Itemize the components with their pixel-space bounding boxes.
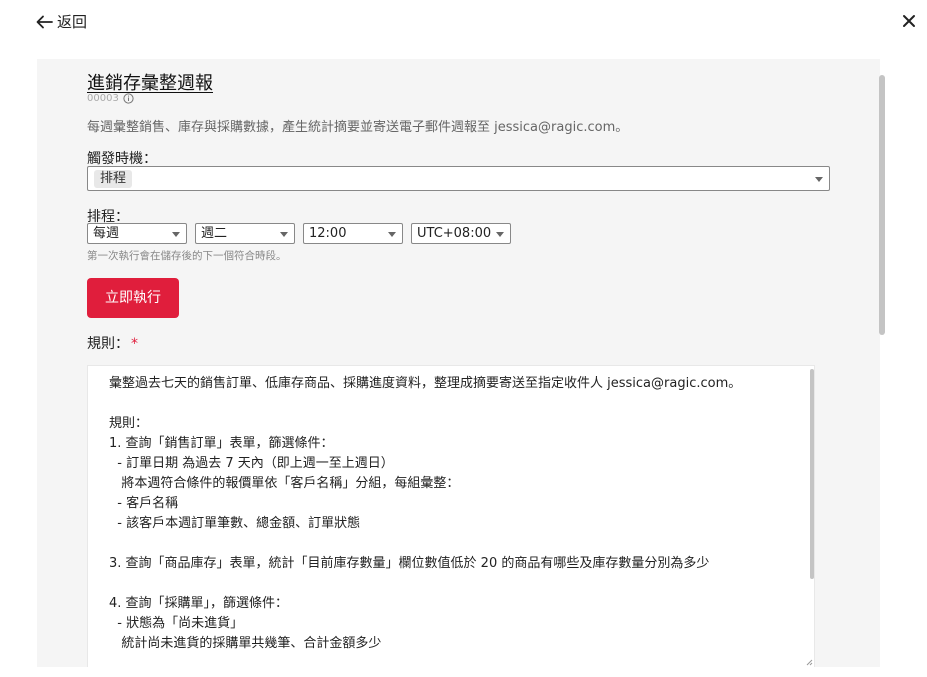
panel-scrollbar[interactable] xyxy=(879,75,885,335)
rules-textarea[interactable]: 彙整過去七天的銷售訂單、低庫存商品、採購進度資料，整理成摘要寄送至指定收件人 j… xyxy=(87,365,815,667)
trigger-tag: 排程 xyxy=(94,170,133,188)
record-id: 00003 xyxy=(87,93,119,104)
timezone-select[interactable]: UTC+08:00 xyxy=(411,223,511,244)
chevron-down-icon xyxy=(388,232,396,237)
info-icon[interactable] xyxy=(123,93,134,104)
top-bar: 返回 xyxy=(0,0,927,44)
rules-label-text: 規則： xyxy=(87,336,129,352)
close-icon[interactable] xyxy=(901,13,917,29)
description: 每週彙整銷售、庫存與採購數據，產生統計摘要並寄送電子郵件週報至 jessica@… xyxy=(87,120,629,135)
rules-scrollbar[interactable] xyxy=(810,369,814,579)
day-select[interactable]: 週二 xyxy=(195,223,295,244)
chevron-down-icon xyxy=(172,232,180,237)
schedule-hint: 第一次執行會在儲存後的下一個符合時段。 xyxy=(87,250,287,262)
page-title: 進銷存彙整週報 xyxy=(87,73,213,94)
required-mark: * xyxy=(131,336,138,352)
time-select[interactable]: 12:00 xyxy=(303,223,403,244)
record-id-row: 00003 xyxy=(87,93,134,104)
trigger-select[interactable]: 排程 xyxy=(87,166,830,191)
rules-label: 規則： * xyxy=(87,333,138,353)
back-label: 返回 xyxy=(57,13,88,31)
arrow-left-icon xyxy=(36,15,53,28)
frequency-value: 每週 xyxy=(93,226,120,241)
rules-text: 彙整過去七天的銷售訂單、低庫存商品、採購進度資料，整理成摘要寄送至指定收件人 j… xyxy=(109,376,742,651)
form-panel: 進銷存彙整週報 00003 每週彙整銷售、庫存與採購數據，產生統計摘要並寄送電子… xyxy=(37,59,880,667)
chevron-down-icon xyxy=(815,177,823,182)
timezone-value: UTC+08:00 xyxy=(417,226,492,241)
frequency-select[interactable]: 每週 xyxy=(87,223,187,244)
trigger-label: 觸發時機： xyxy=(87,151,157,167)
chevron-down-icon xyxy=(496,232,504,237)
chevron-down-icon xyxy=(280,232,288,237)
resize-handle-icon[interactable] xyxy=(805,658,813,666)
day-value: 週二 xyxy=(201,226,228,241)
time-value: 12:00 xyxy=(309,226,347,241)
run-now-button[interactable]: 立即執行 xyxy=(87,278,179,318)
back-button[interactable]: 返回 xyxy=(36,11,87,32)
